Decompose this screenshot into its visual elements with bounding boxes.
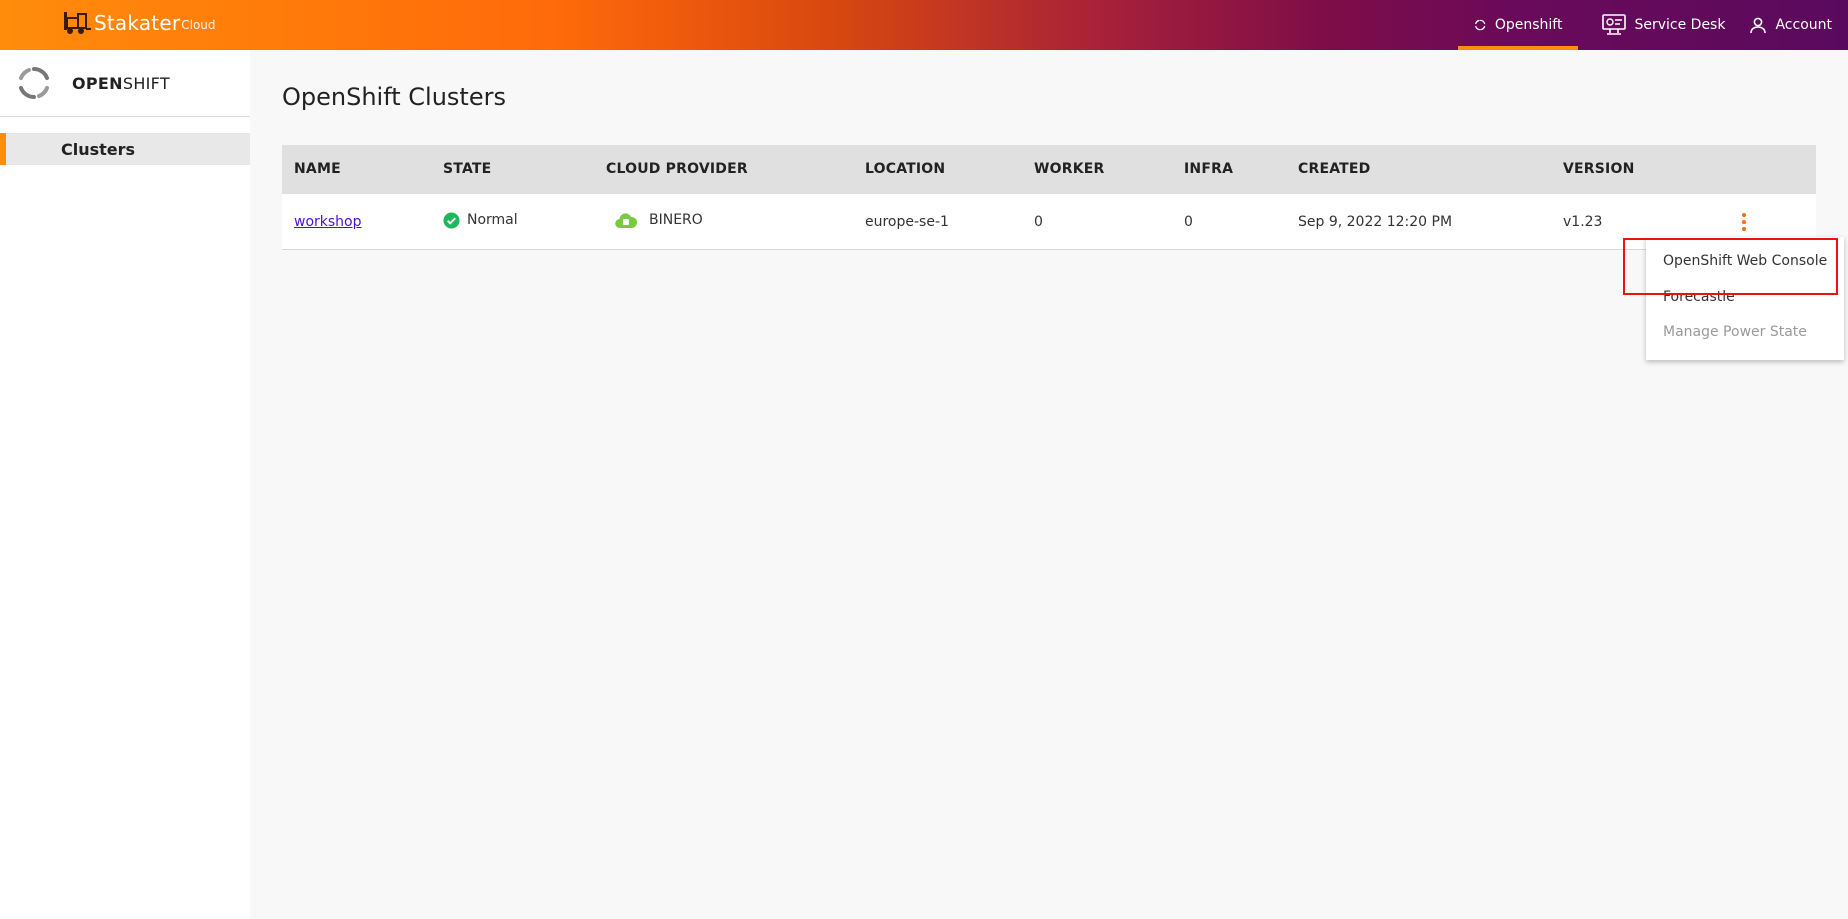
cell-state: Normal bbox=[443, 194, 518, 250]
state-label: Normal bbox=[467, 212, 518, 228]
cloud-provider-icon bbox=[615, 213, 637, 229]
cluster-name-link[interactable]: workshop bbox=[294, 214, 362, 230]
sidebar-title: OPENSHIFT bbox=[72, 73, 170, 93]
column-header-worker[interactable]: WORKER bbox=[1034, 145, 1105, 194]
table-row: workshop Normal BINERO europe-se-1 0 0 S… bbox=[282, 194, 1816, 250]
column-header-infra[interactable]: INFRA bbox=[1184, 145, 1233, 194]
cell-worker: 0 bbox=[1034, 214, 1043, 230]
top-bar: Stakater Cloud Openshift Service Desk Ac… bbox=[0, 0, 1848, 50]
column-header-name[interactable]: NAME bbox=[294, 145, 341, 194]
forklift-icon bbox=[64, 12, 91, 34]
column-header-location[interactable]: LOCATION bbox=[865, 145, 945, 194]
nav-account-label: Account bbox=[1775, 17, 1832, 33]
column-header-cloud-provider[interactable]: CLOUD PROVIDER bbox=[606, 145, 748, 194]
clusters-table: NAME STATE CLOUD PROVIDER LOCATION WORKE… bbox=[282, 145, 1816, 250]
check-circle-icon bbox=[443, 211, 460, 229]
page-title: OpenShift Clusters bbox=[282, 83, 506, 111]
sidebar-item-clusters[interactable]: Clusters bbox=[0, 133, 250, 165]
top-navigation: Openshift Service Desk Account bbox=[1458, 0, 1848, 50]
brand-name: Stakater bbox=[94, 11, 181, 35]
openshift-icon bbox=[19, 67, 49, 99]
account-icon bbox=[1750, 17, 1767, 34]
sidebar: OPENSHIFT Clusters bbox=[0, 50, 250, 919]
openshift-icon bbox=[1475, 19, 1486, 31]
brand-logo[interactable]: Stakater Cloud bbox=[62, 10, 216, 36]
brand-suffix: Cloud bbox=[181, 18, 216, 32]
sidebar-item-label: Clusters bbox=[61, 139, 136, 159]
nav-openshift[interactable]: Openshift bbox=[1458, 0, 1579, 50]
cell-created: Sep 9, 2022 12:20 PM bbox=[1298, 214, 1453, 230]
more-actions-icon[interactable] bbox=[1734, 210, 1754, 234]
sidebar-header: OPENSHIFT bbox=[0, 50, 250, 117]
column-header-version[interactable]: VERSION bbox=[1563, 145, 1635, 194]
nav-service-desk-label: Service Desk bbox=[1634, 17, 1726, 33]
nav-account[interactable]: Account bbox=[1741, 0, 1848, 50]
highlight-box bbox=[1623, 238, 1838, 295]
column-header-state[interactable]: STATE bbox=[443, 145, 491, 194]
cloud-provider-label: BINERO bbox=[649, 212, 703, 228]
cell-location: europe-se-1 bbox=[865, 214, 949, 230]
nav-openshift-label: Openshift bbox=[1494, 17, 1563, 33]
cell-version: v1.23 bbox=[1563, 214, 1603, 230]
cell-name: workshop bbox=[294, 194, 362, 250]
cell-cloud-provider: BINERO bbox=[615, 194, 703, 250]
nav-service-desk[interactable]: Service Desk bbox=[1578, 0, 1741, 50]
menu-item-manage-power-state: Manage Power State bbox=[1663, 324, 1807, 340]
column-header-created[interactable]: CREATED bbox=[1298, 145, 1371, 194]
cell-infra: 0 bbox=[1184, 214, 1193, 230]
table-header: NAME STATE CLOUD PROVIDER LOCATION WORKE… bbox=[282, 145, 1816, 194]
service-desk-icon bbox=[1602, 14, 1627, 35]
